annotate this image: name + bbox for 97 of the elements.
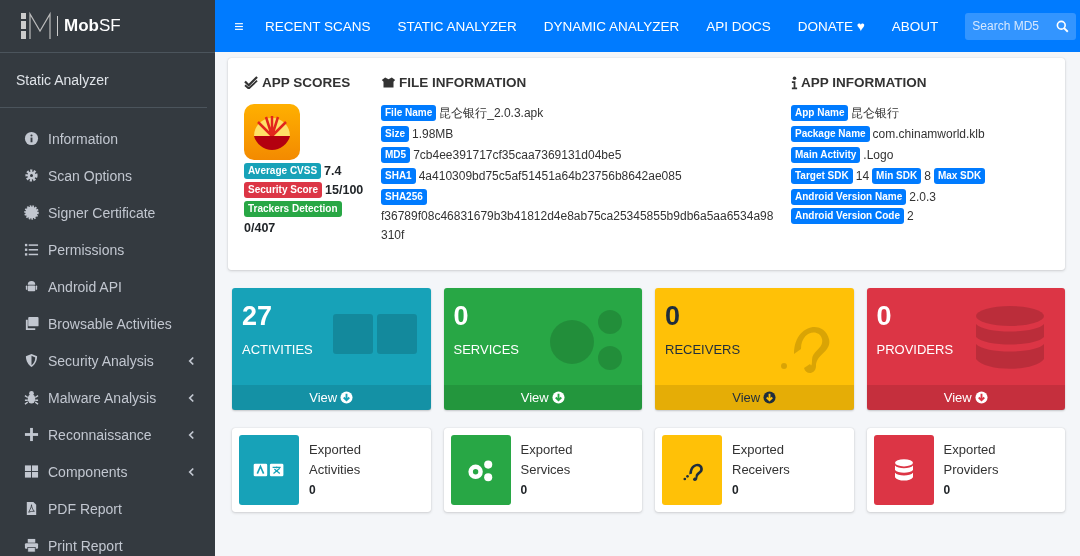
score-value: 0/407 xyxy=(244,221,276,235)
arrow-down-icon xyxy=(340,391,354,404)
field-label: Max SDK xyxy=(933,168,986,184)
field-label: Android Version Code xyxy=(791,208,904,224)
field-label: Size xyxy=(381,126,409,142)
sidebar-item[interactable]: Permissions xyxy=(0,231,215,268)
nav-link[interactable]: RECENT SCANS xyxy=(264,18,371,34)
field-label: Android Version Name xyxy=(791,189,907,205)
field-label: App Name xyxy=(791,105,849,121)
arrow-down-icon xyxy=(763,391,777,404)
field-label: SHA256 xyxy=(381,189,427,205)
grid-icon xyxy=(24,464,39,479)
info-box-count: 0 xyxy=(309,483,317,497)
field-label: Main Activity xyxy=(791,147,861,163)
info-box-count: 0 xyxy=(943,483,952,497)
info-box-title: Exported Providers xyxy=(943,441,1000,479)
section-title: Static Analyzer xyxy=(0,53,207,108)
stat-label: SERVICES xyxy=(453,342,519,357)
sidebar-item[interactable]: Components xyxy=(0,453,215,490)
bug-icon xyxy=(24,390,39,405)
info-box-count: 0 xyxy=(520,483,529,497)
field-value: f36789f08c46831679b3b41812d4e8ab75ca25345855b9db6a5aa6534a98310f xyxy=(381,208,775,244)
section-heading: FILE INFORMATION xyxy=(399,75,527,90)
nav-link[interactable]: API DOCS xyxy=(706,18,771,34)
sidebar-item[interactable]: Malware Analysis xyxy=(0,379,215,416)
arrow-down-icon xyxy=(551,391,565,404)
score-badge: Average CVSS xyxy=(244,163,322,179)
brand-name: MobSF xyxy=(64,16,121,36)
field-value: 4a410309bd75c5af51451a64b23756b8642ae085 xyxy=(418,168,682,185)
android-icon xyxy=(24,279,39,294)
sidebar-item[interactable]: Signer Certificate xyxy=(0,194,215,231)
view-link[interactable]: View xyxy=(655,385,854,410)
field-value: 14 xyxy=(855,169,870,183)
logo-icon xyxy=(19,11,53,41)
info-box-count: 0 xyxy=(732,483,740,497)
sidebar-item[interactable]: Android API xyxy=(0,268,215,305)
field-value: 8 xyxy=(924,169,931,183)
stat-label: RECEIVERS xyxy=(665,342,741,357)
app-logo-icon xyxy=(244,104,300,160)
sidebar-item[interactable]: Reconnaissance xyxy=(0,416,215,453)
score-badge: Security Score xyxy=(244,182,323,198)
field-value: com.chinamworld.klb xyxy=(872,127,985,141)
nav-link[interactable]: DYNAMIC ANALYZER xyxy=(543,18,680,34)
info-box-title: Exported Services xyxy=(520,441,574,479)
printer-icon xyxy=(24,538,39,553)
windows-icon xyxy=(24,316,39,331)
field-value: 1.98MB xyxy=(412,126,454,143)
field-label: Target SDK xyxy=(791,168,853,184)
score-badge: Trackers Detection xyxy=(244,201,342,217)
sidebar-item[interactable]: Security Analysis xyxy=(0,342,215,379)
score-value: 7.4 xyxy=(324,164,342,178)
search-icon[interactable] xyxy=(1056,19,1069,33)
pdf-file-icon xyxy=(24,501,39,516)
info-icon xyxy=(24,131,39,146)
info-box-title: Exported Activities xyxy=(309,441,363,479)
field-value: 昆仑银行 xyxy=(851,106,900,120)
view-link[interactable]: View xyxy=(232,385,431,410)
stat-count: 0 xyxy=(665,300,682,333)
sidebar-item[interactable]: Scan Options xyxy=(0,157,215,194)
nav-link[interactable]: ABOUT xyxy=(891,18,939,34)
field-value: .Logo xyxy=(863,148,894,162)
field-value: 7cb4ee391717cf35caa7369131d04be5 xyxy=(413,147,622,164)
arrow-down-icon xyxy=(974,391,988,404)
shield-icon xyxy=(24,353,39,368)
stat-label: PROVIDERS xyxy=(876,342,954,357)
field-label: MD5 xyxy=(381,147,411,163)
badge-icon xyxy=(24,205,39,220)
section-heading: APP SCORES xyxy=(262,75,351,90)
view-link[interactable]: View xyxy=(866,385,1065,410)
field-value: 2 xyxy=(907,209,914,223)
nav-link[interactable]: STATIC ANALYZER xyxy=(397,18,517,34)
field-label: File Name xyxy=(381,105,437,121)
nav-link[interactable]: DONATE ♥ xyxy=(797,18,865,34)
stat-count: 0 xyxy=(453,300,470,333)
sidebar-item[interactable]: Browsable Activities xyxy=(0,305,215,342)
info-icon xyxy=(791,75,798,90)
stat-count: 0 xyxy=(876,300,893,333)
stat-label: ACTIVITIES xyxy=(242,342,313,357)
sidebar-item[interactable]: Information xyxy=(0,120,215,157)
field-label: SHA1 xyxy=(381,168,416,184)
sidebar-item[interactable]: Print Report xyxy=(0,527,215,556)
score-value: 15/100 xyxy=(325,183,364,197)
section-heading: APP INFORMATION xyxy=(801,75,927,90)
info-box-title: Exported Receivers xyxy=(732,441,791,479)
menu-icon[interactable] xyxy=(235,20,243,32)
plus-icon xyxy=(24,427,39,442)
stat-count: 27 xyxy=(242,300,274,333)
check-icon xyxy=(244,76,259,89)
search-field[interactable]: Search MD5 xyxy=(965,12,1076,40)
gear-icon xyxy=(24,168,39,183)
view-link[interactable]: View xyxy=(443,385,642,410)
sidebar-item[interactable]: PDF Report xyxy=(0,490,215,527)
field-label: Min SDK xyxy=(872,168,922,184)
field-value: 昆仑银行_2.0.3.apk xyxy=(439,105,544,122)
list-icon xyxy=(24,242,39,257)
field-label: Package Name xyxy=(791,126,870,142)
field-value: 2.0.3 xyxy=(909,190,936,204)
